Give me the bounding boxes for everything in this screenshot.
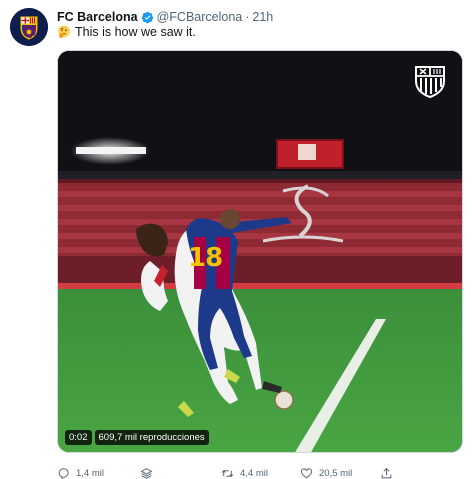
player-jersey-number: 18 [188, 243, 223, 273]
video-player[interactable]: 18 0:02 609,7 mil reproducciones [57, 50, 463, 453]
retweet-count: 4,4 mil [240, 467, 268, 479]
tweet-actions: 1,4 mil 4,4 mil 20,5 mil [57, 466, 463, 479]
heart-icon [300, 467, 313, 478]
verified-badge-icon [141, 11, 153, 23]
reply-icon [58, 467, 69, 479]
stack-button[interactable] [140, 467, 153, 479]
reply-count: 1,4 mil [76, 467, 104, 479]
video-badges: 0:02 609,7 mil reproducciones [65, 430, 209, 445]
reply-button[interactable]: 1,4 mil [57, 467, 104, 479]
tweet-text: This is how we saw it. [57, 25, 196, 39]
like-button[interactable]: 20,5 mil [300, 467, 352, 479]
video-view-count: 609,7 mil reproducciones [94, 430, 209, 445]
thinking-face-emoji [58, 25, 70, 39]
video-frame [58, 51, 462, 452]
retweet-button[interactable]: 4,4 mil [221, 467, 268, 479]
fc-barcelona-crest-icon [10, 8, 48, 46]
stack-icon [140, 467, 153, 479]
separator-dot: · [245, 10, 250, 24]
share-icon [381, 467, 392, 478]
account-name[interactable]: FC Barcelona [57, 10, 138, 24]
avatar[interactable] [10, 8, 48, 46]
tweet[interactable]: FC Barcelona @FCBarcelona · 21h This is … [0, 0, 475, 479]
account-handle[interactable]: @FCBarcelona [157, 10, 243, 24]
tweet-text-content: This is how we saw it. [75, 25, 196, 39]
tweet-header: FC Barcelona @FCBarcelona · 21h [57, 9, 273, 25]
like-count: 20,5 mil [319, 467, 353, 479]
fc-barcelona-crest-icon [415, 66, 445, 99]
tweet-timestamp[interactable]: 21h [252, 10, 273, 24]
retweet-icon [221, 469, 234, 477]
video-duration: 0:02 [65, 430, 92, 445]
share-button[interactable] [380, 467, 393, 479]
